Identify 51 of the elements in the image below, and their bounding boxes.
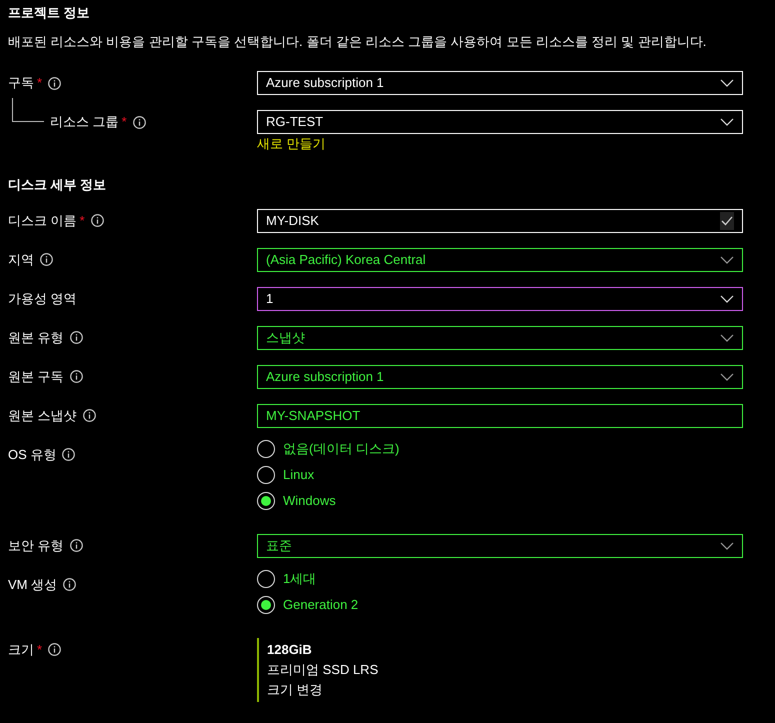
info-icon[interactable] — [82, 409, 96, 422]
chevron-down-icon — [720, 372, 734, 380]
field-label: 디스크 이름 — [8, 212, 77, 230]
required-asterisk: * — [37, 640, 42, 659]
section-title: 디스크 세부 정보 — [8, 176, 108, 194]
required-asterisk: * — [122, 113, 127, 132]
chevron-down-icon — [720, 294, 734, 302]
section-description: 배포된 리소스와 비용을 관리할 구독을 선택합니다. 폴더 같은 리소스 그룹을 사용하여 모든 리소스를 정리 및 관리합니다. — [8, 33, 708, 51]
dropdown[interactable]: 1 — [257, 286, 743, 310]
info-icon[interactable] — [90, 214, 104, 227]
chevron-down-icon — [720, 118, 734, 126]
field-label: VM 생성 — [8, 576, 58, 594]
dropdown[interactable]: Azure subscription 1 — [257, 71, 743, 95]
info-icon[interactable] — [62, 448, 76, 461]
info-icon[interactable] — [48, 643, 62, 656]
change-size-link[interactable]: 크기 변경 — [267, 680, 743, 700]
input-field[interactable]: MY-DISK — [257, 208, 743, 232]
field-label: 가용성 영역 — [8, 290, 77, 308]
field-label: 크기 — [8, 640, 34, 659]
required-asterisk: * — [80, 212, 85, 230]
chevron-down-icon — [720, 542, 734, 550]
radio-label: 없음(데이터 디스크) — [283, 440, 400, 458]
info-icon[interactable] — [63, 578, 76, 591]
section-title: 프로젝트 정보 — [8, 4, 91, 22]
field-label: 원본 유형 — [8, 328, 64, 347]
info-icon[interactable] — [70, 331, 83, 344]
info-icon[interactable] — [70, 539, 83, 552]
radio-label: Windows — [283, 492, 336, 510]
field-label: 원본 스냅샷 — [8, 406, 77, 425]
field-label: 보안 유형 — [8, 536, 64, 555]
size-value: 128GiB — [267, 640, 313, 658]
field-label: 리소스 그룹 — [50, 113, 119, 132]
size-detail: 프리미엄 SSD LRS — [267, 660, 380, 678]
info-icon[interactable] — [132, 116, 146, 128]
field-label: 지역 — [8, 250, 34, 269]
field-label: OS 유형 — [8, 446, 56, 464]
chevron-down-icon — [720, 334, 734, 342]
radio-label: 1세대 — [283, 570, 316, 588]
info-icon[interactable] — [40, 253, 53, 266]
chevron-down-icon — [720, 256, 734, 264]
radio-label: Linux — [283, 466, 314, 484]
field-label: 원본 구독 — [8, 368, 64, 386]
create-new-link[interactable]: 새로 만들기 — [257, 136, 326, 152]
radio-label: Generation 2 — [283, 596, 358, 614]
info-icon[interactable] — [48, 76, 62, 90]
dropdown[interactable]: RG-TEST — [257, 110, 743, 134]
chevron-down-icon — [720, 79, 734, 87]
field-label: 구독 — [8, 74, 34, 92]
info-icon[interactable] — [70, 370, 83, 383]
tree-connector — [12, 98, 44, 122]
required-asterisk: * — [37, 74, 42, 92]
